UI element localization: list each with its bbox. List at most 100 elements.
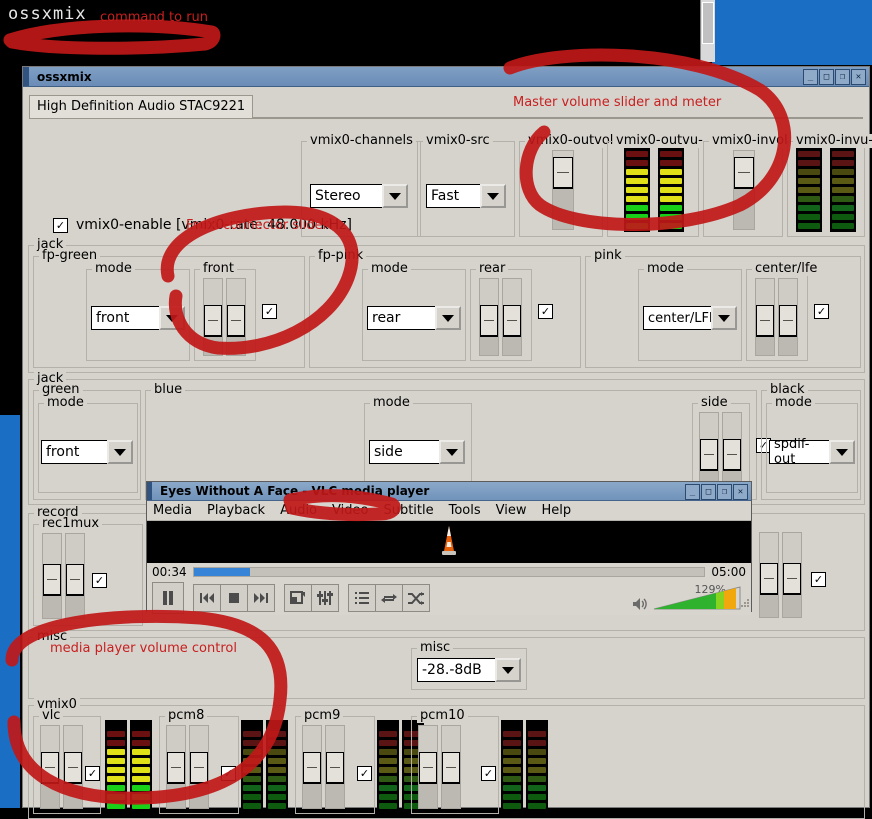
- vlc-slider-right[interactable]: [63, 725, 83, 809]
- fp-green-front-slider-right-thumb[interactable]: [227, 305, 245, 337]
- maximize-icon[interactable]: □: [701, 484, 716, 500]
- blue-side-slider-right-thumb[interactable]: [723, 439, 741, 471]
- blue-side-slider-left-thumb[interactable]: [700, 439, 718, 471]
- pcm9-slider-left[interactable]: [302, 725, 322, 809]
- vmix0-src-value[interactable]: Fast: [426, 184, 480, 208]
- pink-centerlfe-checkbox[interactable]: ✓: [814, 304, 829, 319]
- fp-pink-rear-slider-right-thumb[interactable]: [503, 305, 521, 337]
- equalizer-button[interactable]: [311, 584, 339, 612]
- vlc-resize-grip[interactable]: [738, 598, 750, 610]
- vlc-seekbar-row[interactable]: 00:34 05:00: [147, 563, 751, 581]
- vlc-playback-group-primary[interactable]: [152, 582, 183, 614]
- pcm9-slider-left-thumb[interactable]: [303, 752, 321, 784]
- vmix0-outvol-slider[interactable]: [552, 150, 574, 230]
- pcm10-slider-left[interactable]: [418, 725, 438, 809]
- restore-icon[interactable]: ❐: [717, 484, 732, 500]
- menu-item-playback[interactable]: Playback: [207, 503, 265, 518]
- menu-item-help[interactable]: Help: [542, 503, 572, 518]
- fp-green-front-checkbox[interactable]: ✓: [262, 304, 277, 319]
- vlc-volume-control[interactable]: 129%: [632, 585, 746, 611]
- fp-green-front-slider-left-thumb[interactable]: [204, 305, 222, 337]
- pcm10-checkbox[interactable]: ✓: [481, 766, 496, 781]
- close-icon[interactable]: ✕: [733, 484, 748, 500]
- fp-pink-rear-slider-left[interactable]: [479, 278, 499, 356]
- minimize-icon[interactable]: _: [803, 69, 818, 85]
- pink-centerlfe-slider-left-thumb[interactable]: [756, 305, 774, 337]
- vmix0-invol-slider-thumb[interactable]: [734, 157, 754, 189]
- pcm8-slider-left-thumb[interactable]: [167, 752, 185, 784]
- fp-green-mode-value[interactable]: front: [91, 306, 159, 330]
- record-slider-left-thumb[interactable]: [760, 563, 778, 595]
- vlc-slider-left[interactable]: [40, 725, 60, 809]
- vlc-window[interactable]: Eyes Without A Face - VLC media player _…: [146, 481, 752, 612]
- menu-item-video[interactable]: Video: [332, 503, 368, 518]
- rec1mux-slider-left-thumb[interactable]: [43, 564, 61, 596]
- pink-mode-value[interactable]: center/LFE: [643, 306, 711, 330]
- black-mode-value[interactable]: spdif-out: [769, 440, 829, 464]
- misc-combo[interactable]: -28.-8dB: [417, 658, 523, 682]
- pcm8-slider-right-thumb[interactable]: [190, 752, 208, 784]
- blue-side-slider-left[interactable]: [699, 412, 719, 488]
- maximize-icon[interactable]: □: [819, 69, 834, 85]
- rec1mux-slider-right[interactable]: [65, 533, 85, 619]
- fullscreen-button[interactable]: [284, 584, 312, 612]
- ossxmix-window-buttons[interactable]: _ □ ❐ ✕: [803, 69, 866, 85]
- next-button[interactable]: [247, 584, 275, 612]
- pcm8-checkbox[interactable]: ✓: [221, 766, 236, 781]
- black-mode-dropdown-button[interactable]: [829, 440, 855, 464]
- menu-item-media[interactable]: Media: [153, 503, 192, 518]
- fp-green-mode-combo[interactable]: front: [91, 306, 187, 330]
- vlc-video-area[interactable]: [147, 521, 751, 563]
- playlist-button[interactable]: [348, 584, 376, 612]
- black-mode-combo[interactable]: spdif-out: [769, 440, 857, 464]
- pcm8-slider-right[interactable]: [189, 725, 209, 809]
- rec1mux-slider-right-thumb[interactable]: [66, 564, 84, 596]
- pink-centerlfe-slider-right[interactable]: [778, 278, 798, 356]
- vmix0-channels-dropdown-button[interactable]: [382, 184, 408, 208]
- fp-pink-mode-combo[interactable]: rear: [367, 306, 463, 330]
- fp-green-mode-dropdown-button[interactable]: [159, 306, 185, 330]
- rec1mux-checkbox[interactable]: ✓: [92, 573, 107, 588]
- vlc-slider-left-thumb[interactable]: [41, 752, 59, 784]
- vmix0-enable-checkbox[interactable]: ✓: [53, 218, 68, 233]
- misc-dropdown-button[interactable]: [495, 658, 521, 682]
- vmix0-src-combo[interactable]: Fast: [426, 184, 508, 208]
- green-mode-combo[interactable]: front: [41, 440, 135, 464]
- fp-pink-rear-checkbox[interactable]: ✓: [538, 304, 553, 319]
- vlc-view-group[interactable]: [284, 584, 338, 612]
- green-mode-dropdown-button[interactable]: [107, 440, 133, 464]
- vlc-window-buttons[interactable]: _ □ ❐ ✕: [685, 484, 748, 500]
- vlc-checkbox[interactable]: ✓: [85, 766, 100, 781]
- record-slider-right-thumb[interactable]: [783, 563, 801, 595]
- vmix0-invol-slider[interactable]: [733, 150, 755, 230]
- pcm10-slider-left-thumb[interactable]: [419, 752, 437, 784]
- vmix0-channels-value[interactable]: Stereo: [310, 184, 382, 208]
- record-slider-right[interactable]: [782, 532, 802, 618]
- tab-high-definition-audio[interactable]: High Definition Audio STAC9221: [29, 95, 253, 118]
- blue-mode-combo[interactable]: side: [369, 440, 467, 464]
- pcm9-checkbox[interactable]: ✓: [357, 766, 372, 781]
- record-checkbox[interactable]: ✓: [811, 572, 826, 587]
- menu-item-subtitle[interactable]: Subtitle: [383, 503, 433, 518]
- vmix0-src-dropdown-button[interactable]: [480, 184, 506, 208]
- pcm9-slider-right-thumb[interactable]: [326, 752, 344, 784]
- menu-item-view[interactable]: View: [496, 503, 527, 518]
- vlc-titlebar[interactable]: Eyes Without A Face - VLC media player _…: [147, 482, 751, 501]
- blue-mode-dropdown-button[interactable]: [439, 440, 465, 464]
- pink-mode-dropdown-button[interactable]: [711, 306, 737, 330]
- pcm10-slider-right[interactable]: [441, 725, 461, 809]
- fp-pink-rear-slider-right[interactable]: [502, 278, 522, 356]
- loop-button[interactable]: [375, 584, 403, 612]
- stop-button[interactable]: [220, 584, 248, 612]
- terminal-scrollbar-thumb[interactable]: [702, 2, 714, 44]
- blue-side-slider-right[interactable]: [722, 412, 742, 488]
- vlc-controls[interactable]: 129%: [147, 581, 751, 615]
- minimize-icon[interactable]: _: [685, 484, 700, 500]
- pcm8-slider-left[interactable]: [166, 725, 186, 809]
- green-mode-value[interactable]: front: [41, 440, 107, 464]
- menu-item-audio[interactable]: Audio: [280, 503, 317, 518]
- misc-value[interactable]: -28.-8dB: [417, 658, 495, 682]
- previous-button[interactable]: [193, 584, 221, 612]
- pink-centerlfe-slider-right-thumb[interactable]: [779, 305, 797, 337]
- blue-mode-value[interactable]: side: [369, 440, 439, 464]
